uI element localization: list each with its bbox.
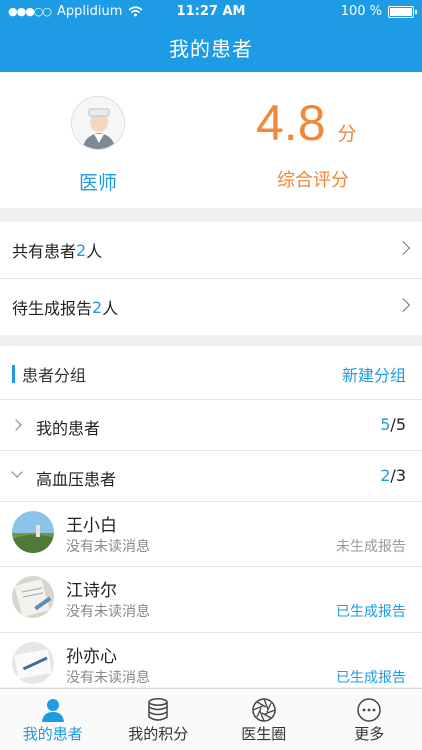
score-display: 4.8 分 <box>256 94 357 152</box>
document-photo-icon <box>12 642 54 684</box>
group-count-total: /5 <box>390 415 406 434</box>
stat-count: 2 <box>92 297 103 317</box>
doctor-icon <box>72 97 124 149</box>
chevron-right-icon <box>395 240 411 256</box>
patient-name: 江诗尔 <box>66 581 117 601</box>
divider <box>0 501 422 502</box>
report-status: 已生成报告 <box>336 604 406 620</box>
header: ●●●○○ Applidium 11:27 AM 100 % 我的患者 <box>0 0 422 72</box>
section-marker <box>12 365 15 383</box>
aperture-icon <box>252 698 276 722</box>
group-row-hypertension[interactable]: 高血压患者 2/3 <box>0 451 422 503</box>
new-group-button[interactable]: 新建分组 <box>342 362 406 386</box>
stat-count: 2 <box>76 240 87 260</box>
stat-suffix: 人 <box>86 242 103 261</box>
group-row-my-patients[interactable]: 我的患者 5/5 <box>0 400 422 452</box>
stat-prefix: 待生成报告 <box>12 299 93 318</box>
score-value: 4.8 <box>256 95 326 151</box>
patient-message: 没有未读消息 <box>66 539 150 555</box>
patient-row[interactable]: 江诗尔 没有未读消息 已生成报告 <box>0 568 422 634</box>
score-label: 综合评分 <box>277 170 349 191</box>
report-status: 已生成报告 <box>336 670 406 686</box>
tab-label: 我的患者 <box>22 725 83 743</box>
person-icon <box>41 699 64 722</box>
report-status: 未生成报告 <box>336 539 406 555</box>
doctor-avatar[interactable] <box>71 96 125 150</box>
score-unit: 分 <box>337 123 357 145</box>
doctor-role: 医师 <box>78 172 117 194</box>
patient-avatar <box>12 576 54 618</box>
patient-avatar <box>12 642 54 684</box>
tab-label: 医生圈 <box>241 725 287 743</box>
more-icon <box>357 698 381 722</box>
tab-my-points[interactable]: 我的积分 <box>106 689 212 750</box>
tab-more[interactable]: 更多 <box>317 689 422 750</box>
page-title: 我的患者 <box>169 37 253 61</box>
battery-icon <box>388 5 417 18</box>
group-count-current: 2 <box>380 466 391 485</box>
patient-message: 没有未读消息 <box>66 604 150 620</box>
group-name: 我的患者 <box>36 419 101 438</box>
groups-header: 患者分组 新建分组 <box>0 346 422 400</box>
patient-name: 孙亦心 <box>66 647 117 667</box>
document-photo-icon <box>12 576 54 618</box>
patient-avatar <box>12 511 54 553</box>
patient-groups-section: 患者分组 新建分组 我的患者 5/5 高血压患者 2/3 王小白 没有未读消息 … <box>0 346 422 687</box>
chevron-down-icon <box>11 466 23 478</box>
group-count-total: /3 <box>390 466 406 485</box>
landscape-photo-icon <box>12 511 54 553</box>
pending-reports-row[interactable]: 待生成报告 2 人 <box>0 279 422 335</box>
tab-doctor-circle[interactable]: 医生圈 <box>211 689 317 750</box>
stat-suffix: 人 <box>102 299 119 318</box>
patient-message: 没有未读消息 <box>66 670 150 686</box>
group-count: 2/3 <box>380 466 406 485</box>
divider <box>0 632 422 633</box>
group-count: 5/5 <box>380 415 406 434</box>
tab-bar: 我的患者 我的积分 医生圈 更多 <box>0 688 422 750</box>
stat-prefix: 共有患者 <box>12 242 77 261</box>
chevron-right-icon <box>10 419 22 431</box>
profile-card: 医师 4.8 分 综合评分 <box>0 72 422 208</box>
group-name: 高血压患者 <box>36 470 117 489</box>
patient-name: 王小白 <box>66 516 117 536</box>
group-count-current: 5 <box>380 415 391 434</box>
battery-percent: 100 % <box>340 4 382 19</box>
database-icon <box>148 698 168 721</box>
tab-label: 我的积分 <box>128 725 189 743</box>
tab-label: 更多 <box>354 725 385 743</box>
groups-title: 患者分组 <box>22 366 87 385</box>
patient-row[interactable]: 王小白 没有未读消息 未生成报告 <box>0 503 422 569</box>
status-bar: ●●●○○ Applidium 11:27 AM 100 % <box>0 0 422 24</box>
total-patients-row[interactable]: 共有患者 2 人 <box>0 222 422 278</box>
tab-my-patients[interactable]: 我的患者 <box>0 689 106 750</box>
chevron-right-icon <box>395 297 411 313</box>
divider <box>0 566 422 567</box>
